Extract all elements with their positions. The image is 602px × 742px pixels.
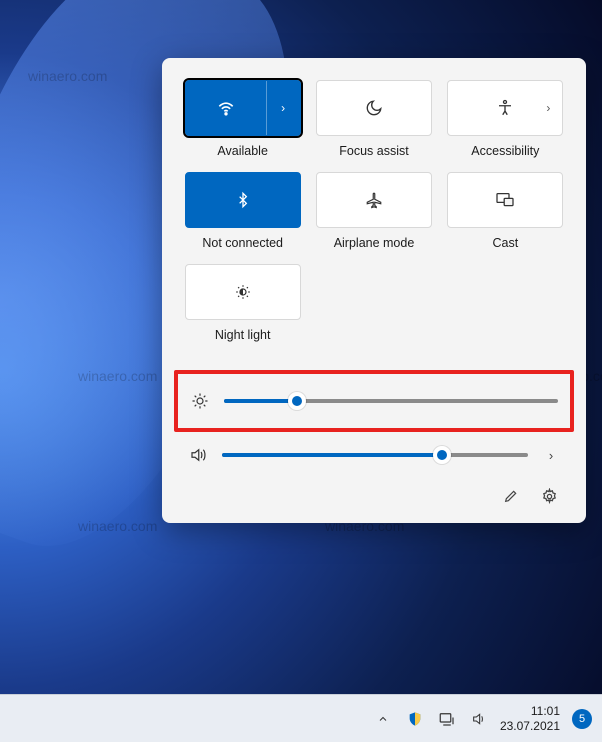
clock-date: 23.07.2021 [500, 719, 560, 733]
sliders-section: › [184, 370, 564, 478]
chevron-right-icon: › [281, 101, 285, 115]
tile-nightlight-wrap: Night light [184, 264, 301, 342]
cast-icon [495, 192, 515, 208]
tile-label: Airplane mode [334, 236, 415, 250]
moon-icon [365, 99, 383, 117]
tile-wifi-expand[interactable]: › [266, 81, 300, 135]
quick-settings-tiles: › Available Focus assist › Accessibility [184, 80, 564, 342]
volume-expand[interactable]: › [542, 448, 560, 463]
quick-settings-panel: › Available Focus assist › Accessibility [162, 58, 586, 523]
network-icon[interactable] [438, 710, 456, 728]
tile-cast[interactable] [447, 172, 563, 228]
volume-slider[interactable] [222, 447, 528, 463]
tile-wifi-wrap: › Available [184, 80, 301, 158]
tile-label: Focus assist [339, 144, 408, 158]
tile-label: Not connected [202, 236, 283, 250]
chevron-right-icon: › [546, 101, 550, 115]
tile-label: Accessibility [471, 144, 539, 158]
tile-airplane-wrap: Airplane mode [315, 172, 432, 250]
tile-focus-assist[interactable] [316, 80, 432, 136]
nightlight-icon [234, 283, 252, 301]
tile-wifi-main[interactable] [186, 81, 266, 135]
brightness-highlight [174, 370, 574, 432]
tile-accessibility-wrap: › Accessibility [447, 80, 564, 158]
tray-overflow[interactable] [374, 710, 392, 728]
security-icon[interactable] [406, 710, 424, 728]
wifi-icon [216, 98, 236, 118]
tile-focus-wrap: Focus assist [315, 80, 432, 158]
volume-row: › [184, 432, 564, 478]
tile-label: Cast [492, 236, 518, 250]
brightness-row [186, 378, 562, 424]
tile-bluetooth-wrap: Not connected [184, 172, 301, 250]
brightness-icon [190, 392, 210, 410]
notification-count: 5 [579, 713, 585, 725]
tile-accessibility[interactable]: › [447, 80, 563, 136]
tile-label: Available [217, 144, 268, 158]
taskbar-clock[interactable]: 11:01 23.07.2021 [500, 704, 560, 733]
chevron-right-icon: › [549, 448, 553, 463]
slider-thumb[interactable] [433, 446, 451, 464]
tile-bluetooth[interactable] [185, 172, 301, 228]
airplane-icon [365, 191, 383, 209]
slider-thumb[interactable] [288, 392, 306, 410]
volume-icon [188, 446, 208, 464]
brightness-slider[interactable] [224, 393, 558, 409]
volume-tray-icon[interactable] [470, 710, 488, 728]
tile-label: Night light [215, 328, 271, 342]
clock-time: 11:01 [531, 704, 560, 718]
notification-badge[interactable]: 5 [572, 709, 592, 729]
bluetooth-icon [235, 190, 251, 210]
tile-airplane-mode[interactable] [316, 172, 432, 228]
settings-button[interactable] [541, 488, 558, 505]
tile-cast-wrap: Cast [447, 172, 564, 250]
system-tray [374, 710, 488, 728]
tile-night-light[interactable] [185, 264, 301, 320]
tile-wifi[interactable]: › [185, 80, 301, 136]
panel-footer [184, 478, 564, 511]
slider-fill [224, 399, 297, 403]
accessibility-icon [496, 99, 514, 117]
edit-button[interactable] [503, 488, 519, 505]
slider-fill [222, 453, 442, 457]
taskbar: 11:01 23.07.2021 5 [0, 694, 602, 742]
